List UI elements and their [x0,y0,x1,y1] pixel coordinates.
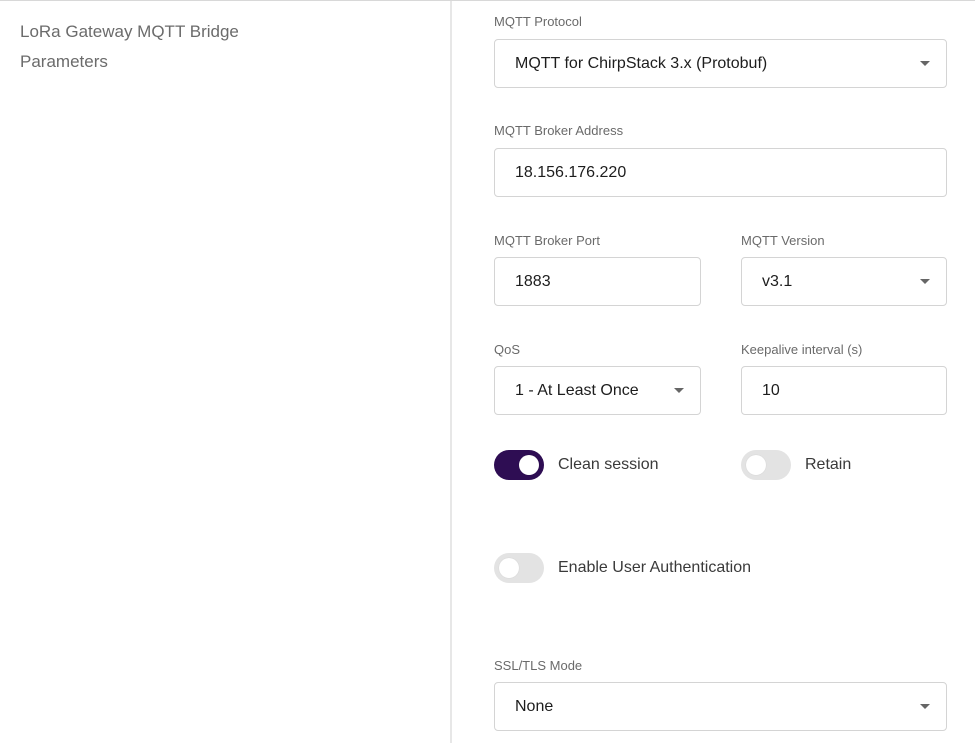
chevron-down-icon [920,279,930,284]
retain-toggle[interactable] [741,450,791,480]
clean-session-label: Clean session [558,456,659,473]
user-auth-label: Enable User Authentication [558,559,752,576]
mqtt-protocol-value: MQTT for ChirpStack 3.x (Protobuf) [515,54,768,72]
ssl-mode-label: SSL/TLS Mode [494,658,583,673]
broker-port-label: MQTT Broker Port [494,233,600,248]
user-auth-toggle[interactable] [494,553,544,583]
mqtt-version-value: v3.1 [762,272,793,290]
chevron-down-icon [674,388,684,393]
settings-page: LoRa Gateway MQTT Bridge Parameters MQTT… [0,0,975,743]
ssl-mode-select[interactable]: None [494,682,947,731]
broker-port-input[interactable]: 1883 [494,257,701,306]
section-title: LoRa Gateway MQTT Bridge Parameters [20,22,239,71]
clean-session-toggle[interactable] [494,450,544,480]
qos-value: 1 - At Least Once [515,381,639,399]
toggle-knob [499,558,519,578]
mqtt-protocol-label: MQTT Protocol [494,14,582,29]
chevron-down-icon [920,704,930,709]
ssl-mode-value: None [515,697,554,715]
chevron-down-icon [920,61,930,66]
broker-address-label: MQTT Broker Address [494,123,624,138]
left-panel: LoRa Gateway MQTT Bridge Parameters [0,1,452,743]
toggle-knob [746,455,766,475]
broker-address-input[interactable]: 18.156.176.220 [494,148,947,197]
keepalive-value: 10 [762,381,780,399]
broker-address-value: 18.156.176.220 [515,163,627,181]
mqtt-version-select[interactable]: v3.1 [741,257,947,306]
keepalive-label: Keepalive interval (s) [741,342,863,357]
qos-label: QoS [494,342,521,357]
qos-select[interactable]: 1 - At Least Once [494,366,701,415]
mqtt-version-label: MQTT Version [741,233,825,248]
keepalive-input[interactable]: 10 [741,366,947,415]
retain-label: Retain [805,456,852,473]
broker-port-value: 1883 [515,272,551,290]
toggle-knob [519,455,539,475]
mqtt-protocol-select[interactable]: MQTT for ChirpStack 3.x (Protobuf) [494,39,947,88]
